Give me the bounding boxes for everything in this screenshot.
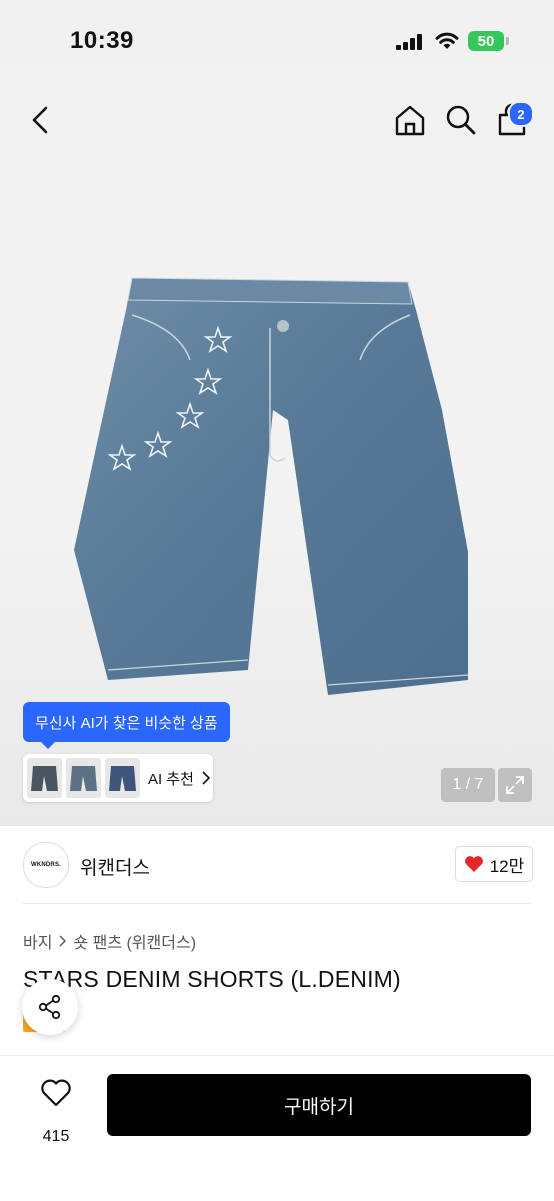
similar-product-thumb[interactable] [27, 758, 62, 798]
share-button[interactable] [22, 979, 78, 1035]
similar-product-thumb[interactable] [66, 758, 101, 798]
chevron-right-icon [59, 935, 67, 947]
breadcrumb-item[interactable]: 숏 팬츠 (위캔더스) [73, 929, 196, 953]
bottom-action-bar: 415 구매하기 [0, 1055, 554, 1201]
battery-indicator: 50 [468, 31, 504, 51]
back-chevron-icon[interactable] [24, 100, 60, 140]
ai-similar-tooltip[interactable]: 무신사 AI가 찾은 비슷한 상품 [23, 702, 230, 749]
signal-icon [396, 34, 422, 50]
heart-outline-icon [41, 1079, 71, 1107]
ai-recommend-label: AI 추천 [148, 770, 194, 788]
breadcrumb: 바지 숏 팬츠 (위캔더스) [23, 929, 196, 953]
home-icon[interactable] [390, 100, 430, 140]
similar-product-thumb[interactable] [105, 758, 140, 798]
wishlist-button[interactable]: 415 [26, 1076, 86, 1145]
expand-icon [506, 776, 524, 794]
status-bar: 10:39 50 [0, 0, 554, 80]
brand-name[interactable]: 위캔더스 [80, 853, 150, 880]
expand-image-button[interactable] [498, 768, 532, 802]
wifi-icon [435, 32, 459, 49]
cart-count-badge: 2 [508, 101, 534, 127]
brand-like-button[interactable]: 12만 [455, 846, 533, 882]
divider [23, 903, 531, 904]
product-image[interactable] [70, 270, 480, 720]
brand-logo[interactable]: WKNDRS. [23, 842, 69, 888]
brand-row: WKNDRS. 위캔더스 12만 [0, 826, 554, 904]
search-icon[interactable] [441, 100, 481, 140]
status-time: 10:39 [70, 27, 134, 54]
heart-filled-icon [464, 856, 483, 872]
breadcrumb-item[interactable]: 바지 [23, 929, 52, 953]
buy-button[interactable]: 구매하기 [107, 1074, 531, 1136]
image-page-counter: 1 / 7 [441, 768, 495, 802]
battery-tip [506, 37, 509, 45]
brand-like-count: 12만 [489, 856, 525, 876]
chevron-right-icon [202, 771, 210, 785]
share-icon [38, 994, 61, 1020]
wishlist-count: 415 [42, 1128, 70, 1145]
product-title: STARS DENIM SHORTS (L.DENIM) [23, 966, 401, 992]
ai-recommend-button[interactable]: AI 추천 [23, 754, 213, 802]
